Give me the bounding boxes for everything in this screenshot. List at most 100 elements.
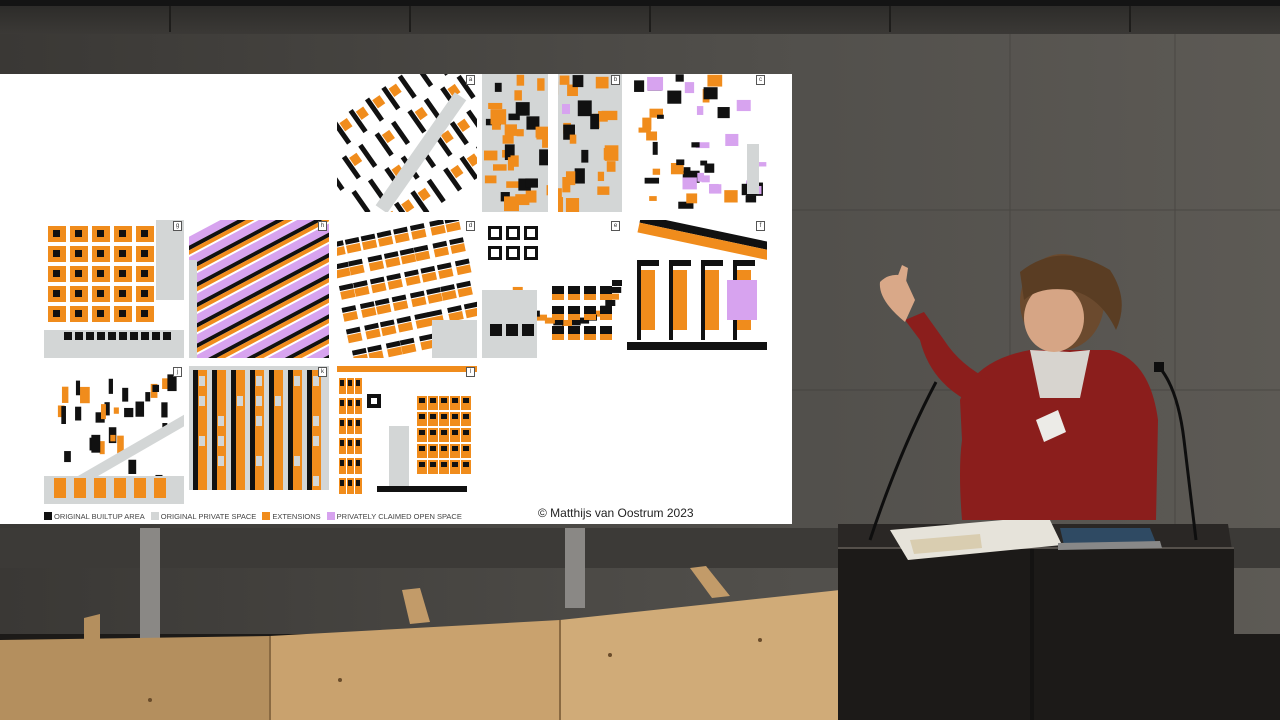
tile-letter: h — [318, 221, 327, 231]
map-parcel — [604, 145, 619, 161]
map-parcel — [682, 177, 697, 190]
map-parcel — [141, 270, 148, 277]
map-parcel — [212, 370, 217, 490]
map-parcel — [441, 446, 447, 451]
map-parcel — [605, 300, 616, 306]
map-parcel — [552, 294, 564, 300]
map-parcel — [218, 456, 224, 466]
map-parcel — [419, 430, 425, 435]
map-parcel — [503, 196, 519, 212]
map-parcel — [584, 326, 596, 334]
map-parcel — [565, 171, 576, 186]
map-parcel — [64, 451, 71, 463]
tile-letter: f — [756, 221, 765, 231]
map-parcel — [348, 380, 352, 386]
map-legend: ORIGINAL BUILTUP AREA ORIGINAL PRIVATE S… — [44, 511, 462, 521]
map-parcel — [231, 370, 236, 490]
map-parcel — [577, 100, 592, 117]
map-parcel — [348, 400, 352, 406]
map-parcel — [110, 434, 116, 442]
map-parcel — [724, 190, 738, 203]
map-parcel — [745, 195, 757, 203]
map-parcel — [75, 310, 82, 317]
map-parcel — [581, 149, 589, 163]
map-parcel — [75, 230, 82, 237]
map-parcel — [348, 440, 352, 446]
map-parcel — [119, 332, 127, 340]
lectern — [838, 516, 1234, 720]
map-parcel — [307, 370, 312, 490]
map-parcel — [600, 334, 612, 340]
map-parcel — [348, 420, 352, 426]
map-parcel — [348, 480, 352, 486]
map-parcel — [570, 319, 581, 326]
map-parcel — [667, 90, 682, 104]
map-parcel — [141, 332, 149, 340]
map-parcel — [108, 332, 116, 340]
map-parcel — [356, 420, 360, 426]
map-parcel — [657, 114, 664, 119]
map-parcel — [490, 109, 507, 125]
map-parcel — [441, 462, 447, 467]
map-parcel — [119, 230, 126, 237]
map-parcel — [134, 478, 146, 498]
map-parcel — [145, 392, 151, 402]
map-parcel — [250, 370, 255, 490]
tile-letter: e — [611, 221, 620, 231]
map-tile-e: e — [482, 220, 622, 358]
map-parcel — [97, 250, 104, 257]
map-parcel — [86, 332, 94, 340]
map-tile-f: f — [627, 220, 767, 358]
map-parcel — [97, 230, 104, 237]
map-parcel — [683, 167, 691, 173]
map-parcel — [156, 220, 184, 300]
map-parcel — [516, 74, 525, 86]
map-parcel — [141, 310, 148, 317]
map-parcel — [684, 82, 695, 94]
map-parcel — [430, 398, 436, 403]
map-parcel — [113, 407, 119, 414]
map-parcel — [348, 460, 352, 466]
map-parcel — [75, 332, 83, 340]
map-parcel — [502, 135, 514, 144]
map-parcel — [356, 440, 360, 446]
map-parcel — [430, 430, 436, 435]
map-parcel — [452, 446, 458, 451]
map-parcel — [313, 416, 319, 426]
map-parcel — [441, 430, 447, 435]
map-parcel — [419, 414, 425, 419]
map-parcel — [313, 476, 319, 486]
map-parcel — [725, 133, 739, 146]
map-parcel — [430, 462, 436, 467]
map-parcel — [189, 260, 197, 358]
map-parcel — [634, 80, 645, 92]
tile-letter: c — [756, 75, 765, 85]
map-parcel — [53, 290, 60, 297]
map-parcel — [377, 486, 467, 492]
legend-swatch — [44, 512, 52, 520]
tile-letter: d — [466, 221, 475, 231]
map-parcel — [119, 250, 126, 257]
map-parcel — [61, 406, 66, 424]
map-parcel — [53, 250, 60, 257]
map-tile-k: k — [189, 366, 329, 504]
map-parcel — [356, 460, 360, 466]
map-parcel — [430, 414, 436, 419]
map-parcel — [637, 260, 641, 340]
map-parcel — [154, 478, 166, 498]
map-parcel — [199, 396, 205, 406]
map-parcel — [356, 480, 360, 486]
map-parcel — [74, 478, 86, 498]
map-parcel — [119, 290, 126, 297]
map-parcel — [747, 144, 759, 194]
map-parcel — [75, 290, 82, 297]
map-parcel — [701, 260, 705, 340]
map-parcel — [705, 270, 719, 330]
map-parcel — [198, 370, 207, 490]
map-tile-b: b — [482, 74, 622, 212]
map-parcel — [80, 386, 90, 404]
tile-letter: j — [173, 367, 182, 377]
legend-item: ORIGINAL PRIVATE SPACE — [150, 512, 256, 521]
map-parcel — [452, 398, 458, 403]
map-parcel — [340, 420, 344, 426]
